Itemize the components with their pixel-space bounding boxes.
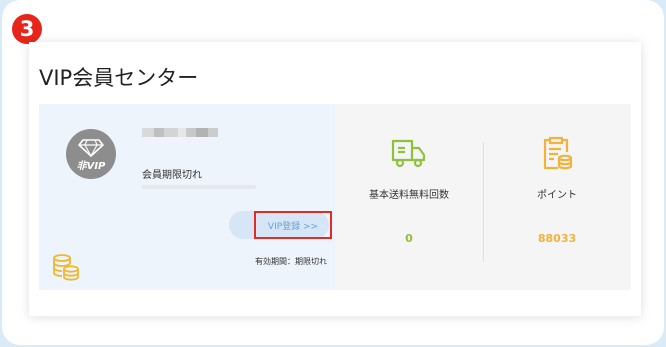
stats-panel: 基本送料無料回数 0 ポイント 88033 (335, 104, 631, 290)
membership-progress-bar (142, 185, 256, 189)
page-container: 3 VIP会員センター 非VIP 会員期限切れ VIP登録 >> 有効期間：期限… (2, 0, 664, 345)
truck-icon (391, 139, 426, 168)
page-title: VIP会員センター (39, 66, 199, 90)
username-redacted (142, 128, 218, 137)
avatar-badge-text: 非VIP (76, 161, 106, 172)
clipboard-coins-icon (543, 136, 573, 170)
points-value: 88033 (537, 232, 577, 245)
free-shipping-label: 基本送料無料回数 (369, 190, 449, 201)
validity-period: 有効期間：期限切れ (255, 257, 327, 266)
coins-stack-icon (53, 254, 79, 281)
points-label: ポイント (537, 190, 577, 201)
membership-status: 会員期限切れ (142, 170, 202, 181)
step-number-badge: 3 (12, 14, 42, 44)
membership-panel: 非VIP 会員期限切れ VIP登録 >> 有効期間：期限切れ (39, 104, 335, 290)
free-shipping-stat: 基本送料無料回数 0 (335, 104, 483, 290)
vip-register-button[interactable]: VIP登録 >> (254, 211, 332, 239)
vip-member-center-card: VIP会員センター 非VIP 会員期限切れ VIP登録 >> 有効期間：期限切れ… (29, 42, 641, 316)
points-stat: ポイント 88033 (483, 104, 631, 290)
free-shipping-value: 0 (405, 232, 413, 245)
avatar: 非VIP (66, 129, 116, 179)
